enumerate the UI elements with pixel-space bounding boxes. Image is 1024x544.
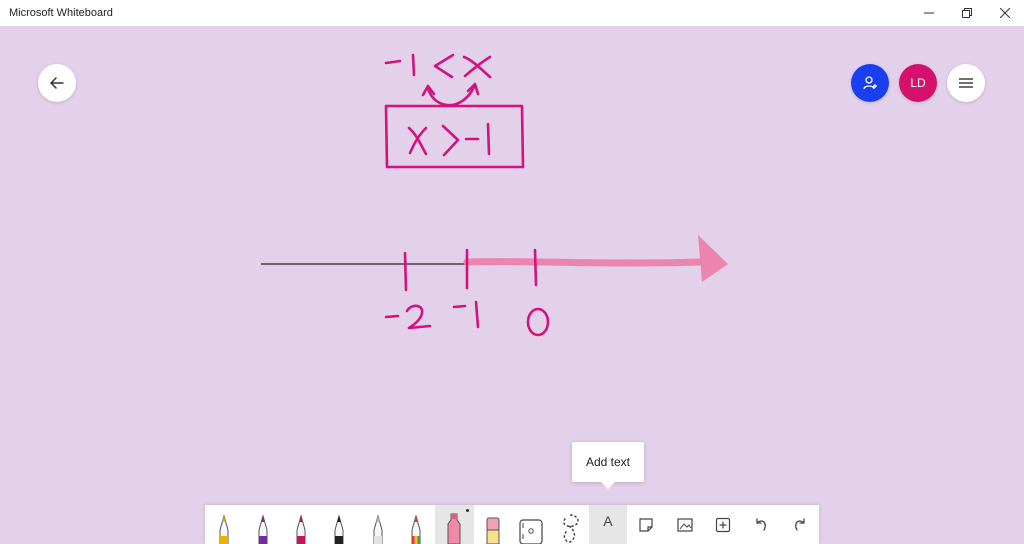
purple-pen-icon (258, 514, 268, 544)
sticky-note-icon (639, 517, 653, 532)
user-avatar[interactable]: LD (899, 64, 937, 102)
tool-options-dot (465, 509, 469, 512)
ink-layer (261, 53, 728, 337)
ink-digit-one-boxed (486, 122, 491, 156)
arrow-left-icon (50, 77, 64, 89)
white-pen-tool[interactable] (359, 505, 397, 544)
ink-swap-arc (426, 85, 476, 107)
purple-pen-tool[interactable] (243, 505, 281, 544)
minimize-icon (924, 12, 934, 14)
add-text-tool[interactable]: A (588, 505, 628, 544)
whiteboard-canvas[interactable] (0, 26, 1024, 544)
label-digit-two (405, 304, 432, 330)
black-pen-icon (334, 514, 344, 544)
lasso-icon (562, 514, 579, 543)
solution-highlight (463, 258, 704, 267)
sticky-note-button[interactable] (627, 505, 665, 544)
undo-icon (756, 517, 767, 531)
insert-image-button[interactable] (666, 505, 704, 544)
magenta-pen-tool[interactable] (282, 505, 320, 544)
ink-less-than (433, 53, 455, 79)
label-minus-sign-b (452, 304, 467, 309)
redo-button[interactable] (781, 505, 819, 544)
ink-greater-than (441, 124, 460, 157)
white-pen-icon (373, 514, 383, 544)
tick-minus-two (403, 251, 408, 292)
ink-letter-x (462, 55, 492, 79)
redo-icon (794, 517, 805, 531)
inequality-ink (384, 53, 525, 169)
rainbow-pen-tool[interactable] (397, 505, 435, 544)
rainbow-pen-icon (411, 514, 421, 544)
close-button[interactable] (986, 0, 1024, 26)
magenta-pen-icon (296, 514, 306, 544)
tooltip-text: Add text (585, 455, 631, 469)
back-button[interactable] (38, 64, 76, 102)
yellow-pen-icon (219, 514, 229, 544)
black-pen-tool[interactable] (320, 505, 358, 544)
add-text-tooltip: Add text (572, 442, 644, 489)
yellow-pen-tool[interactable] (205, 505, 243, 544)
eraser-icon (486, 517, 500, 544)
title-bar: Microsoft Whiteboard (0, 0, 1024, 26)
avatar-initials: LD (910, 76, 926, 90)
invite-button[interactable] (851, 64, 889, 102)
text-tool-label: A (603, 512, 613, 529)
window-title: Microsoft Whiteboard (9, 7, 113, 19)
ink-digit-one (411, 53, 416, 77)
label-digit-one (474, 300, 480, 329)
restore-button[interactable] (948, 0, 986, 26)
ruler-tool[interactable] (512, 505, 550, 544)
insert-button[interactable] (704, 505, 742, 544)
inking-toolbar: A (205, 505, 819, 544)
tick-zero (533, 248, 538, 287)
highlighter-tool[interactable] (435, 505, 474, 544)
ink-letter-x-boxed (407, 126, 428, 156)
insert-icon (715, 517, 731, 532)
invite-person-icon (863, 76, 877, 90)
lasso-select-tool[interactable] (550, 505, 588, 544)
minimize-button[interactable] (910, 0, 948, 26)
hamburger-icon (959, 78, 973, 88)
undo-button[interactable] (742, 505, 780, 544)
ruler-icon (519, 519, 543, 544)
restore-icon (962, 8, 972, 18)
label-minus-sign-a (384, 314, 400, 319)
highlighter-icon (447, 513, 461, 544)
image-icon (677, 517, 693, 532)
label-digit-zero (526, 307, 550, 337)
menu-button[interactable] (947, 64, 985, 102)
close-icon (1000, 8, 1010, 18)
window-controls (910, 0, 1024, 26)
solution-arrowhead (698, 235, 728, 282)
ink-minus-sign (384, 59, 402, 65)
eraser-tool[interactable] (474, 505, 512, 544)
